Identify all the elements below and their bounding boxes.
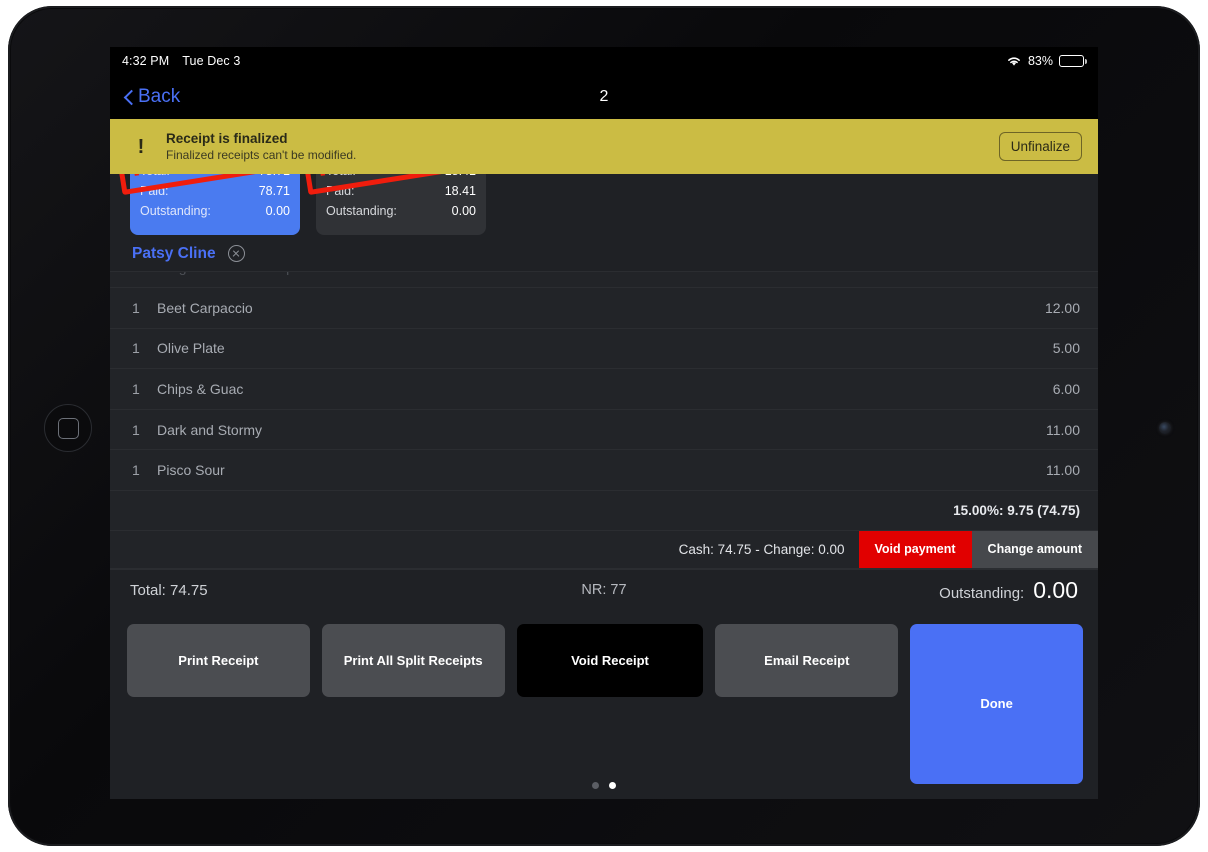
app-root: 4:32 PM Tue Dec 3 83% Back 2 ! Receipt i… xyxy=(0,0,1208,852)
action-button-grid: Print Receipt Print All Split Receipts V… xyxy=(127,623,1083,784)
page-title: 2 xyxy=(599,88,609,105)
totals-bar: Total: 74.75 NR: 77 Outstanding: 0.00 xyxy=(110,568,1098,611)
close-circle-icon[interactable] xyxy=(227,245,245,262)
receipt-card-paid-value: 78.71 xyxy=(258,184,290,198)
receipt-card-paid-label: Paid: xyxy=(326,184,355,198)
battery-percent-label: 83% xyxy=(1027,54,1053,68)
line-item-price: 11.00 xyxy=(1046,421,1080,438)
receipt-card-total-line: Total: 78.71 xyxy=(140,174,290,181)
line-item-row[interactable]: 1 Chips & Guac 6.00 xyxy=(110,369,1098,410)
line-item-price: 6.00 xyxy=(1052,380,1080,397)
line-item-name: Olive Plate xyxy=(157,340,225,357)
line-item-name: Beet Carpaccio xyxy=(157,299,253,316)
receipt-card-outstanding-value: 0.00 xyxy=(451,204,476,218)
print-all-split-receipts-button[interactable]: Print All Split Receipts xyxy=(321,623,505,697)
front-camera-icon xyxy=(1159,422,1171,434)
line-item-qty: 1 xyxy=(132,462,140,479)
receipt-card-paid-line: Paid: 78.71 xyxy=(140,181,290,201)
actions-panel: Print Receipt Print All Split Receipts V… xyxy=(110,610,1098,799)
line-item-row[interactable]: 1 Olive Plate 5.00 xyxy=(110,329,1098,370)
receipt-card-total-value: 78.71 xyxy=(259,174,290,181)
page-dot[interactable] xyxy=(592,781,599,789)
line-item-name: Burger sides: Sweet potato fries xyxy=(157,272,355,275)
receipt-card-outstanding-line: Outstanding: 0.00 xyxy=(140,201,290,221)
payment-summary: Cash: 74.75 - Change: 0.00 xyxy=(678,541,845,557)
outstanding-group: Outstanding: 0.00 xyxy=(939,577,1078,604)
payment-row: Cash: 74.75 - Change: 0.00 Void payment … xyxy=(110,530,1098,569)
status-bar-left: 4:32 PM Tue Dec 3 xyxy=(122,54,240,68)
line-item-qty: 1 xyxy=(132,340,140,357)
line-item-row[interactable]: 1 Beet Carpaccio 12.00 xyxy=(110,288,1098,329)
back-button[interactable]: Back xyxy=(124,86,180,108)
line-item-qty: 1 xyxy=(132,299,140,316)
line-item-qty: 1 xyxy=(132,421,140,438)
battery-icon xyxy=(1059,55,1087,67)
line-item-row[interactable]: 1 Pisco Sour 11.00 xyxy=(110,450,1098,491)
tip-summary: 15.00%: 9.75 (74.75) xyxy=(953,502,1080,518)
status-time: 4:32 PM xyxy=(122,54,170,68)
void-payment-button[interactable]: Void payment xyxy=(858,530,972,568)
receipt-card-total-label: Total: xyxy=(326,174,356,181)
line-item-row-clipped[interactable]: Burger sides: Sweet potato fries 13.00 xyxy=(110,272,1098,288)
receipt-card-outstanding-value: 0.00 xyxy=(265,204,290,218)
wifi-icon xyxy=(1008,57,1020,66)
receipt-cards-strip: Total: 78.71 Paid: 78.71 Outstanding: 0.… xyxy=(110,174,1098,236)
chevron-left-icon xyxy=(124,88,135,107)
line-item-clipped-content: Burger sides: Sweet potato fries 13.00 xyxy=(110,272,1098,287)
unfinalize-button[interactable]: Unfinalize xyxy=(998,132,1082,161)
outstanding-value: 0.00 xyxy=(1033,576,1078,603)
finalized-banner: ! Receipt is finalized Finalized receipt… xyxy=(110,119,1098,174)
line-item-price: 5.00 xyxy=(1052,340,1080,357)
email-receipt-button[interactable]: Email Receipt xyxy=(715,623,899,697)
void-receipt-button[interactable]: Void Receipt xyxy=(516,623,704,697)
app-screen: 4:32 PM Tue Dec 3 83% Back 2 ! Receipt i… xyxy=(110,47,1098,799)
back-button-label: Back xyxy=(138,86,181,107)
line-item-price: 13.00 xyxy=(1045,272,1080,275)
receipt-card-outstanding-label: Outstanding: xyxy=(140,204,211,218)
status-bar: 4:32 PM Tue Dec 3 83% xyxy=(110,47,1098,75)
banner-title: Receipt is finalized xyxy=(166,131,288,146)
receipt-card[interactable]: Total: 18.41 Paid: 18.41 Outstanding: 0.… xyxy=(301,174,486,235)
exclamation-icon: ! xyxy=(137,135,145,158)
change-amount-button[interactable]: Change amount xyxy=(971,530,1098,568)
receipt-card[interactable]: Total: 78.71 Paid: 78.71 Outstanding: 0.… xyxy=(115,174,300,235)
home-button[interactable] xyxy=(44,404,92,452)
page-indicator xyxy=(110,781,1098,789)
banner-text-group: Receipt is finalized Finalized receipts … xyxy=(166,131,356,162)
status-bar-right: 83% xyxy=(1006,54,1087,68)
customer-name[interactable]: Patsy Cline xyxy=(132,245,216,263)
tip-row: 15.00%: 9.75 (74.75) xyxy=(110,490,1098,531)
line-item-qty: 1 xyxy=(132,380,140,397)
banner-subtitle: Finalized receipts can't be modified. xyxy=(166,148,357,162)
receipt-card-outstanding-label: Outstanding: xyxy=(326,204,397,218)
line-item-price: 12.00 xyxy=(1044,299,1080,316)
line-item-row[interactable]: 1 Dark and Stormy 11.00 xyxy=(110,410,1098,451)
navigation-bar: Back 2 xyxy=(110,75,1098,119)
receipt-card-total-value: 18.41 xyxy=(445,174,476,181)
status-date: Tue Dec 3 xyxy=(182,54,241,68)
line-item-name: Dark and Stormy xyxy=(157,421,263,438)
receipt-card-paid-line: Paid: 18.41 xyxy=(326,181,476,201)
print-receipt-button[interactable]: Print Receipt xyxy=(127,623,310,697)
receipt-card-paid-value: 18.41 xyxy=(444,184,476,198)
done-button[interactable]: Done xyxy=(910,623,1083,784)
outstanding-label: Outstanding: xyxy=(939,584,1025,602)
receipt-card-total-line: Total: 18.41 xyxy=(326,174,476,181)
receipt-card-total-label: Total: xyxy=(140,174,170,181)
receipt-card-paid-label: Paid: xyxy=(140,184,169,198)
line-item-price: 11.00 xyxy=(1046,462,1080,479)
line-item-name: Chips & Guac xyxy=(157,380,244,397)
total-label: Total: 74.75 xyxy=(130,581,208,599)
customer-row: Patsy Cline xyxy=(110,236,1098,272)
line-item-name: Pisco Sour xyxy=(157,462,225,479)
receipt-card-outstanding-line: Outstanding: 0.00 xyxy=(326,201,476,221)
line-items-list: Burger sides: Sweet potato fries 13.00 1… xyxy=(110,272,1098,569)
page-dot-active[interactable] xyxy=(609,781,616,789)
